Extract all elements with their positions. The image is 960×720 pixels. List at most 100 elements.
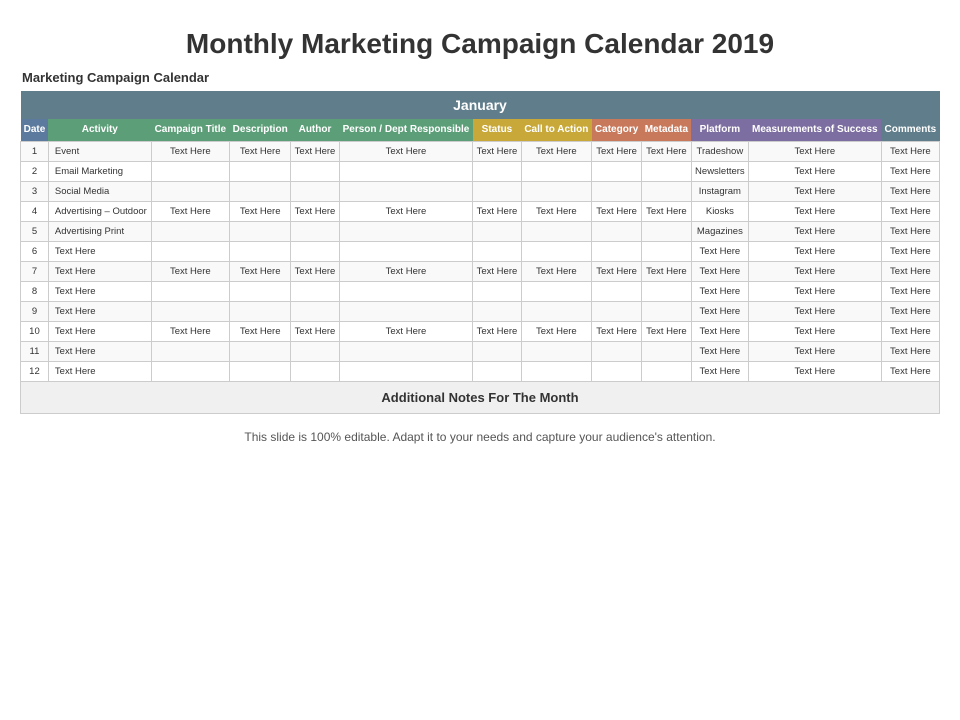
- cell-activity: Text Here: [48, 362, 151, 382]
- cell-category: Text Here: [592, 202, 642, 222]
- cell-activity: Text Here: [48, 322, 151, 342]
- cell-author: Text Here: [291, 322, 339, 342]
- cell-metadata: [642, 302, 692, 322]
- cell-cta: [521, 282, 592, 302]
- table-row: 10Text HereText HereText HereText HereTe…: [21, 322, 940, 342]
- cell-description: Text Here: [229, 262, 291, 282]
- cell-cta: [521, 302, 592, 322]
- table-row: 1EventText HereText HereText HereText He…: [21, 142, 940, 162]
- cell-date: 9: [21, 302, 49, 322]
- cell-measurements: Text Here: [748, 182, 881, 202]
- cell-description: [229, 282, 291, 302]
- cell-platform: Instagram: [691, 182, 748, 202]
- cell-author: [291, 242, 339, 262]
- cell-activity: Text Here: [48, 262, 151, 282]
- cell-person: [339, 302, 473, 322]
- cell-comments: Text Here: [881, 162, 939, 182]
- month-label: January: [21, 91, 940, 119]
- cell-comments: Text Here: [881, 322, 939, 342]
- col-header-author: Author: [291, 119, 339, 142]
- cell-campaign: [151, 362, 229, 382]
- cell-campaign: Text Here: [151, 202, 229, 222]
- cell-platform: Text Here: [691, 242, 748, 262]
- cell-date: 2: [21, 162, 49, 182]
- cell-description: [229, 302, 291, 322]
- notes-label: Additional Notes For The Month: [21, 382, 940, 414]
- cell-description: [229, 342, 291, 362]
- cell-status: [473, 302, 521, 322]
- cell-category: Text Here: [592, 262, 642, 282]
- cell-status: Text Here: [473, 202, 521, 222]
- cell-measurements: Text Here: [748, 282, 881, 302]
- cell-description: Text Here: [229, 322, 291, 342]
- cell-metadata: [642, 162, 692, 182]
- cell-campaign: [151, 182, 229, 202]
- cell-comments: Text Here: [881, 362, 939, 382]
- cell-comments: Text Here: [881, 262, 939, 282]
- cell-comments: Text Here: [881, 182, 939, 202]
- page-title: Monthly Marketing Campaign Calendar 2019: [20, 10, 940, 70]
- cell-metadata: [642, 242, 692, 262]
- cell-person: [339, 222, 473, 242]
- cell-author: [291, 282, 339, 302]
- cell-cta: [521, 162, 592, 182]
- col-header-status: Status: [473, 119, 521, 142]
- cell-person: Text Here: [339, 262, 473, 282]
- cell-person: [339, 362, 473, 382]
- cell-description: [229, 162, 291, 182]
- cell-measurements: Text Here: [748, 202, 881, 222]
- cell-campaign: Text Here: [151, 322, 229, 342]
- section-label: Marketing Campaign Calendar: [20, 70, 940, 85]
- col-header-activity: Activity: [48, 119, 151, 142]
- cell-status: Text Here: [473, 142, 521, 162]
- cell-activity: Text Here: [48, 342, 151, 362]
- cell-description: [229, 242, 291, 262]
- cell-date: 6: [21, 242, 49, 262]
- cell-measurements: Text Here: [748, 342, 881, 362]
- cell-author: [291, 222, 339, 242]
- table-row: 3Social MediaInstagramText HereText Here: [21, 182, 940, 202]
- cell-comments: Text Here: [881, 202, 939, 222]
- cell-platform: Tradeshow: [691, 142, 748, 162]
- cell-metadata: Text Here: [642, 142, 692, 162]
- cell-date: 10: [21, 322, 49, 342]
- cell-date: 11: [21, 342, 49, 362]
- cell-platform: Text Here: [691, 302, 748, 322]
- cell-metadata: Text Here: [642, 262, 692, 282]
- cell-category: Text Here: [592, 142, 642, 162]
- notes-row: Additional Notes For The Month: [21, 382, 940, 414]
- cell-activity: Text Here: [48, 282, 151, 302]
- table-row: 2Email MarketingNewslettersText HereText…: [21, 162, 940, 182]
- cell-status: [473, 282, 521, 302]
- cell-author: Text Here: [291, 262, 339, 282]
- cell-description: [229, 222, 291, 242]
- cell-person: Text Here: [339, 322, 473, 342]
- calendar-table: January Date Activity Campaign Title Des…: [20, 91, 940, 414]
- col-header-campaign: Campaign Title: [151, 119, 229, 142]
- cell-activity: Text Here: [48, 302, 151, 322]
- cell-activity: Text Here: [48, 242, 151, 262]
- cell-measurements: Text Here: [748, 262, 881, 282]
- cell-metadata: [642, 182, 692, 202]
- cell-date: 5: [21, 222, 49, 242]
- cell-category: Text Here: [592, 322, 642, 342]
- cell-campaign: Text Here: [151, 142, 229, 162]
- cell-date: 7: [21, 262, 49, 282]
- cell-cta: [521, 242, 592, 262]
- cell-measurements: Text Here: [748, 362, 881, 382]
- cell-campaign: [151, 302, 229, 322]
- cell-measurements: Text Here: [748, 322, 881, 342]
- cell-campaign: [151, 162, 229, 182]
- cell-person: [339, 342, 473, 362]
- cell-cta: Text Here: [521, 142, 592, 162]
- cell-cta: Text Here: [521, 322, 592, 342]
- cell-campaign: [151, 282, 229, 302]
- cell-status: [473, 242, 521, 262]
- cell-platform: Newsletters: [691, 162, 748, 182]
- cell-category: [592, 242, 642, 262]
- cell-category: [592, 302, 642, 322]
- cell-status: [473, 362, 521, 382]
- cell-activity: Advertising – Outdoor: [48, 202, 151, 222]
- cell-measurements: Text Here: [748, 162, 881, 182]
- table-row: 11Text HereText HereText HereText Here: [21, 342, 940, 362]
